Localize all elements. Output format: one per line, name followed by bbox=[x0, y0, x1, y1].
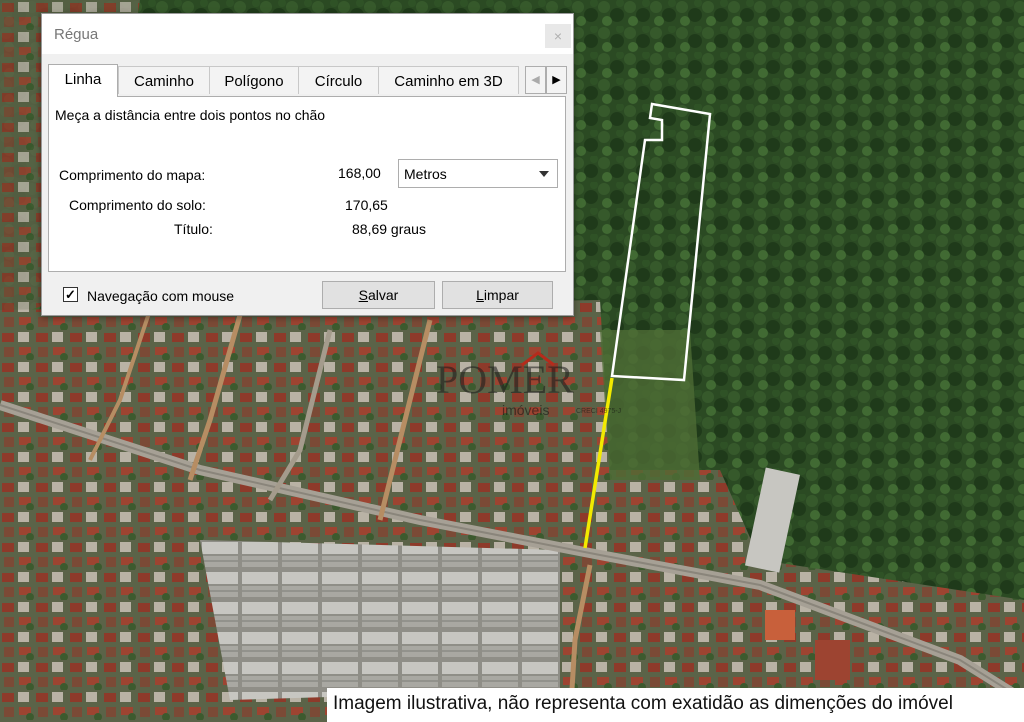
mouse-navigation-label: Navegação com mouse bbox=[87, 288, 235, 304]
chevron-down-icon bbox=[539, 171, 549, 177]
tab-scroll-right-icon[interactable]: ▶ bbox=[546, 66, 567, 94]
clear-button[interactable]: Limpar bbox=[442, 281, 553, 309]
heading-value: 88,69 graus bbox=[352, 221, 426, 237]
save-button-accel: S bbox=[358, 287, 368, 303]
map-length-label: Comprimento do mapa: bbox=[59, 167, 206, 183]
industrial-area bbox=[200, 540, 560, 700]
clear-button-label: impar bbox=[483, 287, 519, 303]
ruler-dialog: Régua × Linha Caminho Polígono Círculo C… bbox=[41, 13, 574, 316]
unit-select[interactable]: Metros bbox=[398, 159, 558, 188]
tab-caminho[interactable]: Caminho bbox=[118, 66, 210, 94]
disclaimer-caption: Imagem ilustrativa, não representa com e… bbox=[333, 693, 953, 714]
close-icon[interactable]: × bbox=[545, 24, 571, 48]
tab-panel-linha: Meça a distância entre dois pontos no ch… bbox=[48, 96, 566, 272]
watermark-creci: CRECI 4975-J bbox=[576, 408, 621, 415]
ground-length-label: Comprimento do solo: bbox=[69, 197, 206, 213]
unit-select-value: Metros bbox=[404, 166, 447, 182]
map-length-value: 168,00 bbox=[338, 165, 381, 181]
tab-circulo[interactable]: Círculo bbox=[298, 66, 379, 94]
tab-caminho-3d[interactable]: Caminho em 3D bbox=[378, 66, 519, 94]
heading-label: Título: bbox=[174, 221, 213, 237]
save-button[interactable]: Salvar bbox=[322, 281, 435, 309]
save-button-label: alvar bbox=[367, 287, 399, 303]
tab-linha[interactable]: Linha bbox=[48, 64, 118, 97]
dialog-title: Régua bbox=[54, 26, 99, 43]
clear-button-accel: L bbox=[476, 287, 484, 303]
ground-length-value: 170,65 bbox=[345, 197, 388, 213]
caption-box: Imagem ilustrativa, não representa com e… bbox=[327, 688, 1024, 722]
tab-strip: Linha Caminho Polígono Círculo Caminho e… bbox=[48, 64, 568, 97]
tab-poligono[interactable]: Polígono bbox=[209, 66, 299, 94]
dialog-titlebar[interactable]: Régua × bbox=[42, 14, 573, 54]
description-text: Meça a distância entre dois pontos no ch… bbox=[55, 107, 326, 123]
tab-scroll-left-icon[interactable]: ◀ bbox=[525, 66, 546, 94]
mouse-navigation-checkbox[interactable]: ✓ bbox=[63, 287, 78, 302]
watermark-logo: POMER imóveis CRECI 4975-J bbox=[436, 349, 646, 419]
watermark-brand: POMER bbox=[436, 357, 574, 402]
watermark-sub: imóveis bbox=[502, 402, 549, 418]
